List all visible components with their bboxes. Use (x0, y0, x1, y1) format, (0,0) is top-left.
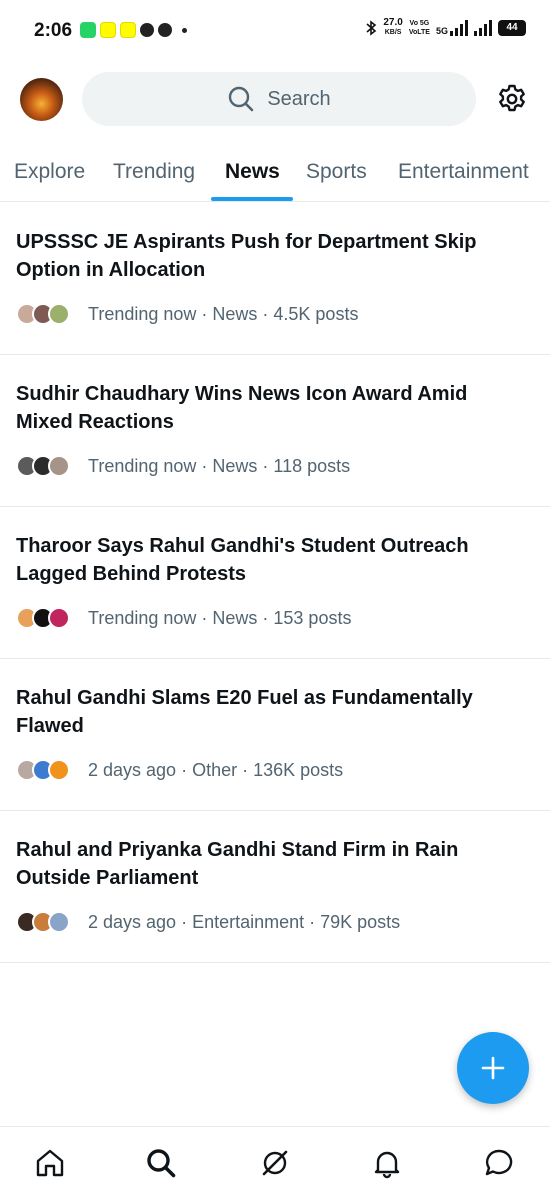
list-item[interactable]: Rahul and Priyanka Gandhi Stand Firm in … (0, 811, 550, 963)
more-notifications-dot (182, 27, 187, 33)
tab-sports[interactable]: Sports (306, 160, 367, 184)
search-icon[interactable] (145, 1147, 177, 1179)
item-title: Sudhir Chaudhary Wins News Icon Award Am… (16, 383, 468, 433)
bluetooth-icon (366, 20, 377, 36)
app-icon (158, 23, 172, 37)
bottom-nav (0, 1126, 550, 1199)
list-item[interactable]: Sudhir Chaudhary Wins News Icon Award Am… (0, 355, 550, 507)
avatar (48, 455, 70, 477)
snapchat-icon (100, 22, 116, 38)
item-title: UPSSSC JE Aspirants Push for Department … (16, 231, 477, 281)
snapchat-icon-2 (120, 22, 136, 38)
top-bar: Search (0, 72, 550, 126)
avatar-stack (16, 455, 88, 477)
tab-trending[interactable]: Trending (113, 160, 195, 184)
grok-icon[interactable] (259, 1147, 291, 1179)
search-icon (229, 86, 254, 112)
gear-icon[interactable] (496, 83, 528, 115)
home-icon[interactable] (34, 1147, 66, 1179)
messages-icon[interactable] (483, 1147, 515, 1179)
item-meta: Trending now · News · 4.5K posts (88, 303, 359, 324)
search-placeholder: Search (267, 87, 331, 110)
volte-label-1: Vo 5G (409, 20, 430, 27)
whatsapp-icon (80, 22, 96, 38)
avatar-stack (16, 911, 88, 933)
net-unit: KB/S (384, 29, 402, 36)
item-meta: Trending now · News · 118 posts (88, 455, 351, 476)
list-item[interactable]: Rahul Gandhi Slams E20 Fuel as Fundament… (0, 659, 550, 811)
item-title: Rahul and Priyanka Gandhi Stand Firm in … (16, 839, 459, 889)
active-tab-indicator (211, 197, 293, 201)
avatar-stack (16, 759, 88, 781)
list-item[interactable]: UPSSSC JE Aspirants Push for Department … (0, 203, 550, 355)
item-title: Rahul Gandhi Slams E20 Fuel as Fundament… (16, 687, 473, 737)
tab-entertainment[interactable]: Entertainment (398, 160, 529, 184)
status-indicators: 27.0 KB/S Vo 5G VoLTE 5G 44 (365, 18, 526, 38)
status-time: 2:06 (34, 20, 73, 41)
notification-icons (80, 22, 187, 38)
notifications-icon[interactable] (371, 1147, 403, 1179)
avatar-stack (16, 303, 88, 325)
avatar-stack (16, 607, 88, 629)
signal-icon (450, 20, 468, 36)
network-type: 5G (435, 26, 448, 36)
status-bar: 2:06 27.0 KB/S Vo 5G VoLTE 5G 44 (0, 0, 550, 62)
tab-explore[interactable]: Explore (14, 160, 85, 184)
volte-label-2: VoLTE (408, 29, 430, 36)
compose-button[interactable] (457, 1032, 529, 1104)
trending-list: UPSSSC JE Aspirants Push for Department … (0, 203, 550, 963)
plus-icon (481, 1056, 505, 1080)
item-meta: 2 days ago · Other · 136K posts (88, 759, 344, 780)
tab-news[interactable]: News (225, 160, 280, 184)
list-item[interactable]: Tharoor Says Rahul Gandhi's Student Outr… (0, 507, 550, 659)
item-meta: 2 days ago · Entertainment · 79K posts (88, 911, 401, 932)
avatar (48, 607, 70, 629)
item-title: Tharoor Says Rahul Gandhi's Student Outr… (16, 535, 469, 585)
signal-icon-2 (474, 20, 492, 36)
avatar (48, 911, 70, 933)
battery-icon: 44 (498, 20, 526, 36)
item-meta: Trending now · News · 153 posts (88, 607, 352, 628)
explore-tabs: Explore Trending News Sports Entertainme… (0, 148, 550, 202)
avatar (48, 303, 70, 325)
net-speed: 27.0 (383, 17, 403, 28)
profile-avatar[interactable] (20, 78, 63, 121)
search-input[interactable]: Search (82, 72, 476, 126)
chat-icon (140, 23, 154, 37)
avatar (48, 759, 70, 781)
